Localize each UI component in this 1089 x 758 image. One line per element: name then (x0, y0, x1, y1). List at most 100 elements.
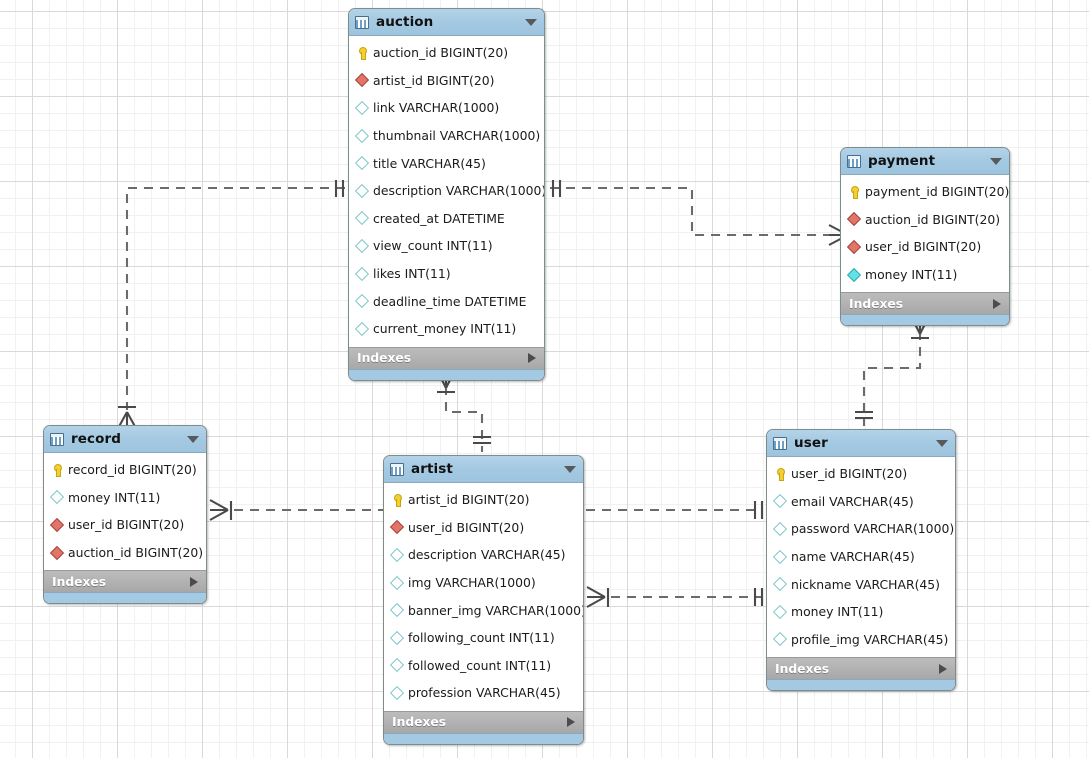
indexes-label: Indexes (849, 296, 904, 311)
chevron-right-icon[interactable] (993, 298, 1001, 309)
column-row[interactable]: likes INT(11) (349, 260, 544, 288)
fk-diamond-icon (50, 546, 64, 560)
chevron-right-icon[interactable] (528, 353, 536, 364)
fk-diamond-icon (390, 520, 404, 534)
column-row[interactable]: record_id BIGINT(20) (44, 456, 206, 484)
table-artist-header[interactable]: artist (384, 456, 583, 483)
column-row[interactable]: artist_id BIGINT(20) (384, 486, 583, 514)
column-row[interactable]: password VARCHAR(1000) (767, 515, 955, 543)
chevron-down-icon[interactable] (525, 18, 537, 26)
nullable-diamond-icon (355, 101, 369, 115)
column-row[interactable]: user_id BIGINT(20) (841, 233, 1009, 261)
table-user-header[interactable]: user (767, 430, 955, 457)
column-label: description VARCHAR(45) (408, 547, 566, 563)
table-auction[interactable]: auction auction_id BIGINT(20) artist_id … (348, 8, 545, 381)
fk-diamond-icon (50, 518, 64, 532)
table-icon (50, 432, 64, 446)
chevron-down-icon[interactable] (990, 157, 1002, 165)
nullable-diamond-icon (390, 603, 404, 617)
column-label: nickname VARCHAR(45) (791, 576, 941, 592)
column-row[interactable]: artist_id BIGINT(20) (349, 67, 544, 95)
column-row[interactable]: following_count INT(11) (384, 624, 583, 652)
column-row[interactable]: followed_count INT(11) (384, 652, 583, 680)
table-artist[interactable]: artist artist_id BIGINT(20) user_id BIGI… (383, 455, 584, 745)
column-label: money INT(11) (68, 489, 161, 505)
nullable-diamond-icon (355, 294, 369, 308)
column-row[interactable]: link VARCHAR(1000) (349, 94, 544, 122)
table-auction-indexes-bar[interactable]: Indexes (349, 346, 544, 369)
column-row[interactable]: user_id BIGINT(20) (767, 460, 955, 488)
column-row[interactable]: auction_id BIGINT(20) (349, 39, 544, 67)
table-icon (773, 436, 787, 450)
column-row[interactable]: current_money INT(11) (349, 315, 544, 343)
chevron-down-icon[interactable] (936, 439, 948, 447)
column-row[interactable]: user_id BIGINT(20) (384, 514, 583, 542)
table-user-indexes-bar[interactable]: Indexes (767, 657, 955, 680)
table-auction-name: auction (376, 14, 434, 30)
column-row[interactable]: title VARCHAR(45) (349, 149, 544, 177)
chevron-right-icon[interactable] (939, 663, 947, 674)
column-row[interactable]: banner_img VARCHAR(1000) (384, 596, 583, 624)
table-artist-name: artist (411, 461, 453, 477)
column-row[interactable]: view_count INT(11) (349, 232, 544, 260)
nullable-diamond-icon (355, 239, 369, 253)
nullable-diamond-icon (390, 686, 404, 700)
table-payment[interactable]: payment payment_id BIGINT(20) auction_id… (840, 147, 1010, 327)
nullable-diamond-icon (773, 494, 787, 508)
table-record[interactable]: record record_id BIGINT(20) money INT(11… (43, 425, 207, 605)
column-label: profession VARCHAR(45) (408, 685, 561, 701)
chevron-down-icon[interactable] (564, 465, 576, 473)
column-label: user_id BIGINT(20) (791, 466, 908, 482)
nullable-diamond-icon (355, 267, 369, 281)
fk-diamond-icon (847, 240, 861, 254)
card-many-record-right (209, 499, 229, 511)
column-row[interactable]: created_at DATETIME (349, 205, 544, 233)
column-row[interactable]: money INT(11) (767, 598, 955, 626)
card-many-artist-right (586, 586, 606, 598)
table-user[interactable]: user user_id BIGINT(20) email VARCHAR(45… (766, 429, 956, 692)
nullable-diamond-icon (355, 322, 369, 336)
eer-diagram-canvas[interactable]: auction auction_id BIGINT(20) artist_id … (0, 0, 1089, 758)
column-label: artist_id BIGINT(20) (373, 72, 495, 88)
chevron-right-icon[interactable] (567, 717, 575, 728)
column-label: auction_id BIGINT(20) (68, 545, 204, 561)
column-row[interactable]: user_id BIGINT(20) (44, 511, 206, 539)
nullable-diamond-icon (390, 576, 404, 590)
table-auction-header[interactable]: auction (349, 9, 544, 36)
column-row[interactable]: auction_id BIGINT(20) (44, 539, 206, 567)
column-label: img VARCHAR(1000) (408, 575, 536, 591)
column-row[interactable]: payment_id BIGINT(20) (841, 178, 1009, 206)
table-artist-indexes-bar[interactable]: Indexes (384, 710, 583, 733)
column-row[interactable]: profession VARCHAR(45) (384, 679, 583, 707)
table-icon (847, 154, 861, 168)
nullable-diamond-icon (773, 550, 787, 564)
column-row[interactable]: email VARCHAR(45) (767, 488, 955, 516)
table-payment-header[interactable]: payment (841, 148, 1009, 175)
fk-diamond-icon (355, 73, 369, 87)
column-row[interactable]: name VARCHAR(45) (767, 543, 955, 571)
column-row[interactable]: money INT(11) (841, 261, 1009, 289)
column-row[interactable]: nickname VARCHAR(45) (767, 570, 955, 598)
column-label: profile_img VARCHAR(45) (791, 631, 949, 647)
column-row[interactable]: description VARCHAR(1000) (349, 177, 544, 205)
column-row[interactable]: money INT(11) (44, 484, 206, 512)
table-record-indexes-bar[interactable]: Indexes (44, 570, 206, 593)
column-label: created_at DATETIME (373, 210, 505, 226)
column-row[interactable]: auction_id BIGINT(20) (841, 206, 1009, 234)
table-footer (841, 314, 1009, 326)
column-row[interactable]: img VARCHAR(1000) (384, 569, 583, 597)
indexes-label: Indexes (775, 661, 830, 676)
column-label: auction_id BIGINT(20) (373, 45, 509, 61)
table-payment-indexes-bar[interactable]: Indexes (841, 292, 1009, 315)
chevron-right-icon[interactable] (190, 576, 198, 587)
column-row[interactable]: deadline_time DATETIME (349, 287, 544, 315)
column-label: likes INT(11) (373, 266, 451, 282)
table-icon (390, 462, 404, 476)
chevron-down-icon[interactable] (187, 435, 199, 443)
column-row[interactable]: description VARCHAR(45) (384, 541, 583, 569)
column-row[interactable]: thumbnail VARCHAR(1000) (349, 122, 544, 150)
column-row[interactable]: profile_img VARCHAR(45) (767, 626, 955, 654)
column-label: following_count INT(11) (408, 630, 555, 646)
column-label: user_id BIGINT(20) (408, 519, 525, 535)
table-record-header[interactable]: record (44, 426, 206, 453)
